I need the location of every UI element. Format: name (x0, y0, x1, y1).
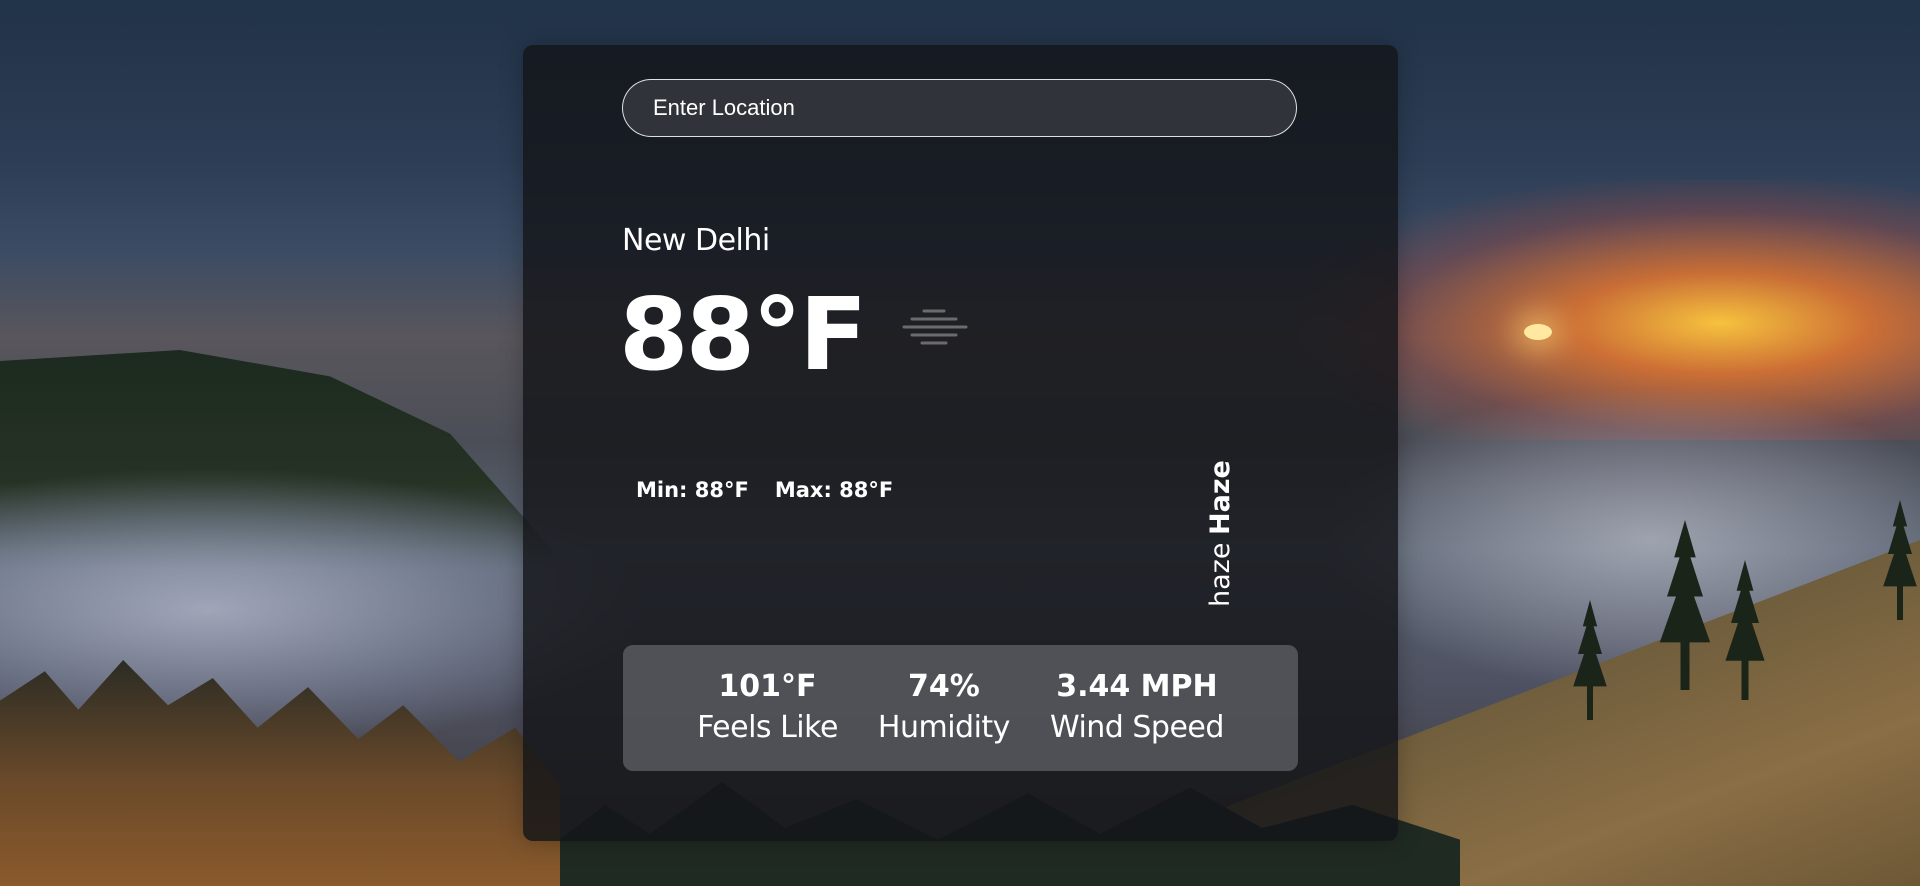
weather-card: New Delhi 88°F Min: 88°F Max: 88°F Haze … (523, 45, 1398, 841)
feels-like-value: 101°F (718, 669, 817, 704)
humidity-stat: 74% Humidity (858, 667, 1030, 749)
sun (1524, 324, 1552, 340)
current-temperature: 88°F (619, 276, 867, 393)
min-temperature: Min: 88°F (636, 478, 749, 502)
wind-speed-stat: 3.44 MPH Wind Speed (1030, 667, 1244, 749)
weather-description: Haze haze (1205, 460, 1236, 607)
weather-condition-detail: haze (1205, 542, 1236, 608)
location-search-input[interactable] (622, 79, 1297, 137)
weather-condition: Haze (1205, 460, 1236, 535)
feels-like-stat: 101°F Feels Like (677, 667, 858, 749)
humidity-value: 74% (908, 669, 980, 704)
wind-speed-label: Wind Speed (1049, 710, 1224, 745)
humidity-label: Humidity (877, 710, 1011, 745)
max-temperature: Max: 88°F (774, 478, 894, 502)
haze-icon (902, 309, 968, 345)
feels-like-label: Feels Like (697, 710, 838, 745)
wind-speed-value: 3.44 MPH (1056, 669, 1218, 704)
weather-stats-panel: 101°F Feels Like 74% Humidity 3.44 MPH W… (623, 645, 1298, 771)
city-name: New Delhi (622, 223, 770, 258)
min-max-temperature: Min: 88°F Max: 88°F (636, 478, 893, 502)
